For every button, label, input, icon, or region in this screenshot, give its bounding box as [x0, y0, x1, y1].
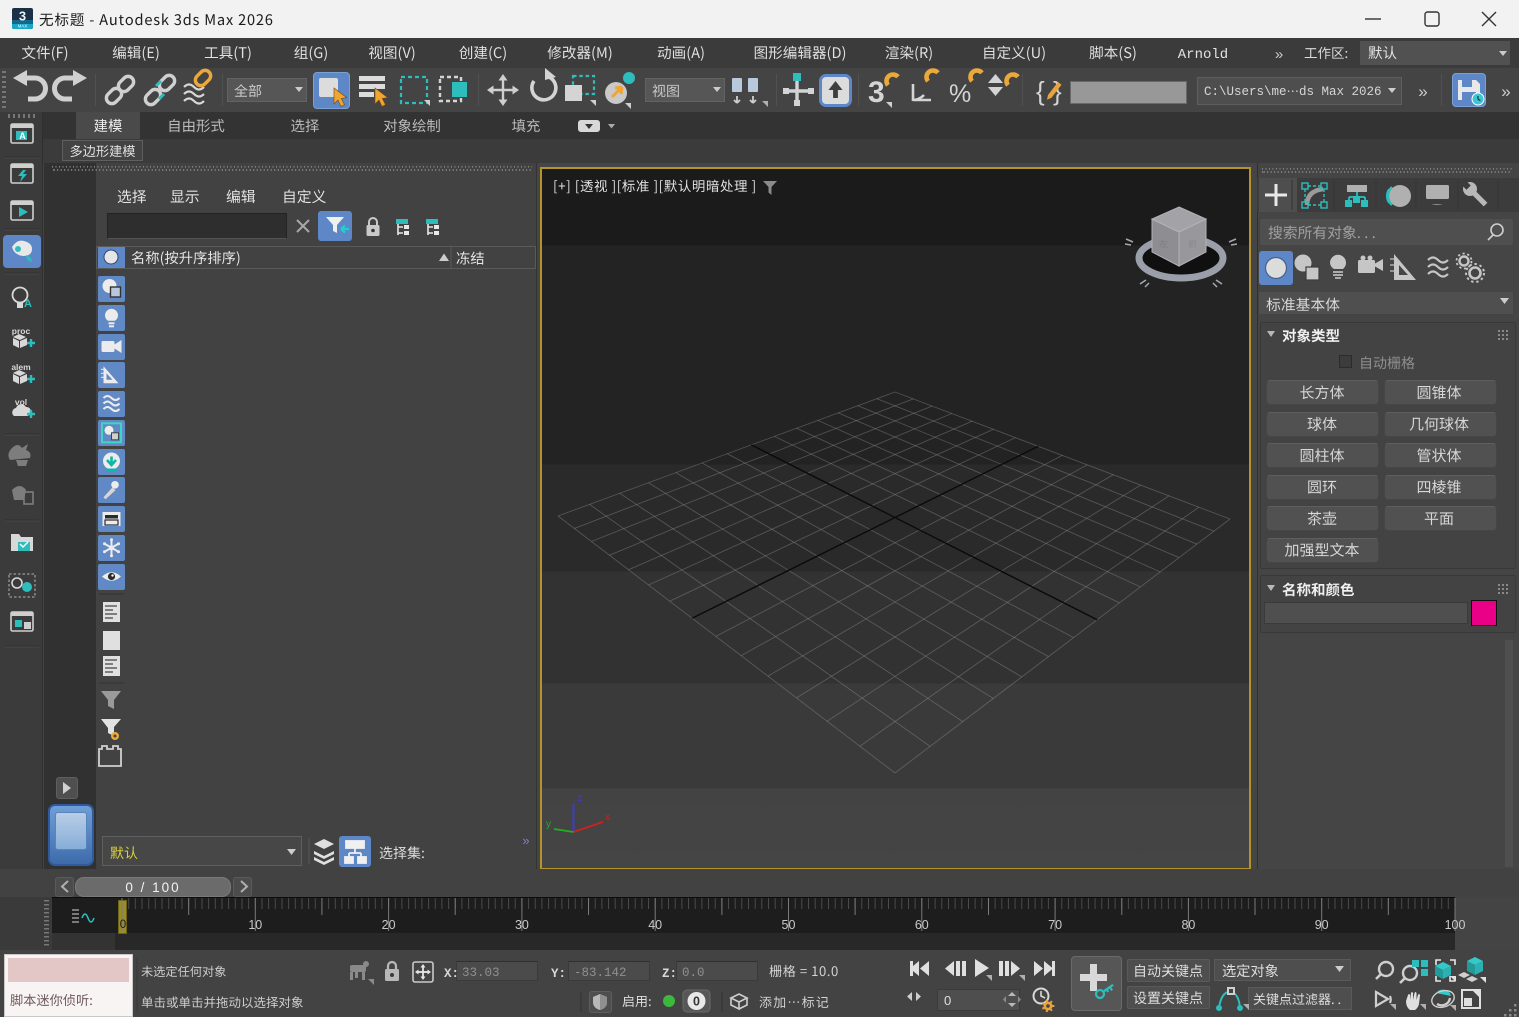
svg-text:0: 0 — [944, 993, 951, 1008]
svg-text:Arnold: Arnold — [1178, 47, 1228, 63]
svg-text:{: { — [1036, 76, 1045, 106]
svg-text:»: » — [1418, 82, 1427, 101]
svg-text:X:: X: — [444, 967, 459, 981]
svg-text:proc: proc — [12, 326, 31, 336]
svg-text:10: 10 — [248, 918, 262, 932]
svg-text:»: » — [522, 833, 529, 848]
svg-text:%: % — [949, 80, 971, 108]
svg-text:0: 0 — [120, 919, 126, 931]
svg-text:z: z — [577, 793, 582, 804]
svg-text:0 / 100: 0 / 100 — [125, 880, 180, 895]
svg-text:»: » — [1501, 82, 1510, 101]
svg-text:50: 50 — [782, 918, 796, 932]
svg-text:3: 3 — [19, 9, 26, 24]
svg-text:C:\Users\me⋯ds Max 2026: C:\Users\me⋯ds Max 2026 — [1204, 85, 1382, 99]
svg-text:»: » — [1275, 46, 1283, 63]
svg-text:MAX: MAX — [18, 24, 28, 29]
svg-text:x: x — [605, 812, 610, 823]
svg-text:40: 40 — [648, 918, 662, 932]
svg-text:Z:: Z: — [662, 967, 677, 981]
svg-text:0.0: 0.0 — [682, 966, 705, 980]
svg-text:y: y — [546, 819, 551, 830]
svg-text:A: A — [19, 131, 26, 141]
svg-text:3: 3 — [868, 76, 885, 109]
svg-text:Y:: Y: — [551, 967, 566, 981]
svg-text:90: 90 — [1315, 918, 1329, 932]
svg-text:60: 60 — [915, 918, 929, 932]
svg-text:33.03: 33.03 — [462, 966, 500, 980]
svg-text:-83.142: -83.142 — [574, 966, 627, 980]
svg-text:0: 0 — [693, 995, 700, 1009]
svg-text:alem: alem — [11, 362, 31, 372]
svg-text:30: 30 — [515, 918, 529, 932]
svg-text:A: A — [24, 298, 32, 310]
svg-text:80: 80 — [1181, 918, 1195, 932]
svg-text:100: 100 — [1445, 918, 1466, 932]
svg-text:20: 20 — [382, 918, 396, 932]
svg-text:70: 70 — [1048, 918, 1062, 932]
